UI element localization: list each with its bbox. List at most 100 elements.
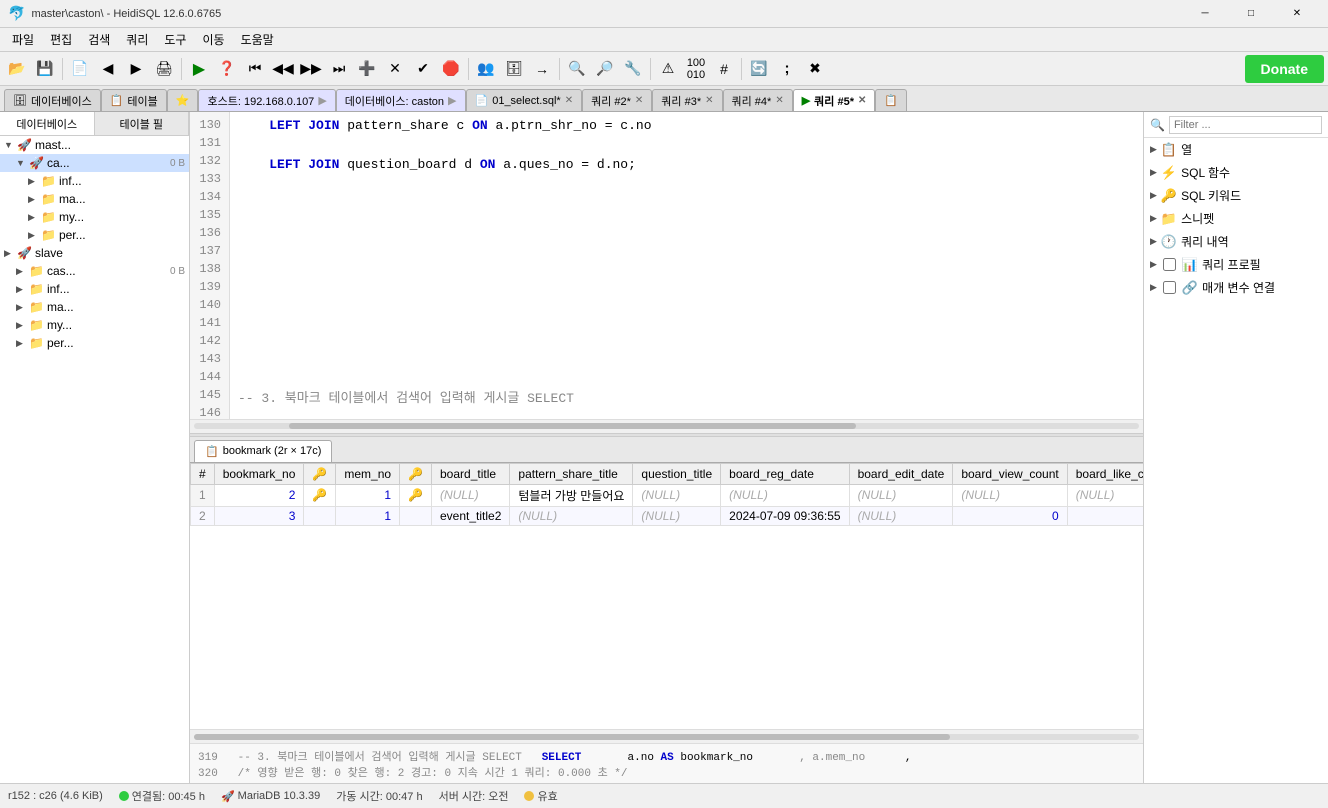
results-tab-bookmark[interactable]: 📋 bookmark (2r × 17c) (194, 440, 332, 462)
toolbar-save-btn[interactable]: 💾 (32, 56, 58, 82)
toolbar-new-btn[interactable]: 📄 (67, 56, 93, 82)
tab-star[interactable]: ⭐ (167, 89, 199, 111)
col-header-board-view-count[interactable]: board_view_count (953, 463, 1067, 484)
tab-new[interactable]: 📋 (875, 89, 907, 111)
col-header-board-edit-date[interactable]: board_edit_date (849, 463, 953, 484)
cell-row2-board-like-count[interactable] (1067, 506, 1143, 525)
cell-row1-board-view-count[interactable]: (NULL) (953, 484, 1067, 506)
h-scrollbar[interactable] (190, 419, 1143, 433)
grid-h-scrollbar[interactable] (190, 729, 1143, 743)
cell-row1-bookmark-no[interactable]: 2 (214, 484, 304, 506)
filter-input[interactable] (1169, 116, 1322, 134)
menu-tools[interactable]: 도구 (156, 29, 194, 51)
cell-row1-board-edit-date[interactable]: (NULL) (849, 484, 953, 506)
right-item-history[interactable]: ▶ 🕐 쿼리 내역 (1144, 230, 1328, 253)
tab-query4-close[interactable]: ✕ (775, 95, 783, 106)
toolbar-cancel-btn[interactable]: ✕ (382, 56, 408, 82)
tab-db-caston[interactable]: 데이터베이스: caston ▶ (336, 89, 466, 111)
cell-row1-board-like-count[interactable]: (NULL) (1067, 484, 1143, 506)
tree-item-slave-cas[interactable]: ▶ 📁 cas... 0 B (0, 262, 189, 280)
cell-row2-bookmark-no[interactable]: 3 (214, 506, 304, 525)
right-checkbox-params[interactable] (1163, 281, 1176, 294)
tab-query2[interactable]: 쿼리 #2* ✕ (582, 89, 652, 111)
cell-row2-pattern-share[interactable]: (NULL) (510, 506, 633, 525)
tree-item-per[interactable]: ▶ 📁 per... (0, 226, 189, 244)
tree-item-slave-inf[interactable]: ▶ 📁 inf... (0, 280, 189, 298)
col-header-board-reg-date[interactable]: board_reg_date (721, 463, 849, 484)
table-row[interactable]: 2 3 1 event_title2 (NULL) (NULL) 2024-07… (191, 506, 1144, 525)
tree-item-slave-my[interactable]: ▶ 📁 my... (0, 316, 189, 334)
tab-query4[interactable]: 쿼리 #4* ✕ (723, 89, 793, 111)
toolbar-next-btn[interactable]: ▶▶ (298, 56, 324, 82)
tab-database[interactable]: 🗄 데이터베이스 (4, 89, 101, 111)
toolbar-check-btn[interactable]: ✔ (410, 56, 436, 82)
menu-search[interactable]: 검색 (80, 29, 118, 51)
cell-row2-board-view-count[interactable]: 0 (953, 506, 1067, 525)
cell-row2-mem-no[interactable]: 1 (336, 506, 400, 525)
menu-query[interactable]: 쿼리 (118, 29, 156, 51)
tree-item-ca[interactable]: ▼ 🚀 ca... 0 B (0, 154, 189, 172)
maximize-button[interactable]: □ (1228, 0, 1274, 28)
tab-query3-close[interactable]: ✕ (705, 95, 713, 106)
cell-row2-question[interactable]: (NULL) (633, 506, 721, 525)
cell-row1-pattern-share[interactable]: 텀블러 가방 만들어요 (510, 484, 633, 506)
menu-help[interactable]: 도움말 (233, 29, 282, 51)
toolbar-users-btn[interactable]: 👥 (473, 56, 499, 82)
menu-file[interactable]: 파일 (4, 29, 42, 51)
menu-edit[interactable]: 편집 (42, 29, 80, 51)
toolbar-help-btn[interactable]: ❓ (214, 56, 240, 82)
toolbar-print-btn[interactable]: 🖨 (151, 56, 177, 82)
toolbar-sync-btn[interactable]: 🔄 (746, 56, 772, 82)
toolbar-open-btn[interactable]: 📂 (4, 56, 30, 82)
toolbar-add-btn[interactable]: ➕ (354, 56, 380, 82)
toolbar-last-btn[interactable]: ⏭ (326, 56, 352, 82)
toolbar-stop-btn[interactable]: 🛑 (438, 56, 464, 82)
col-header-question[interactable]: question_title (633, 463, 721, 484)
toolbar-num-btn[interactable]: # (711, 56, 737, 82)
cell-row1-board-title[interactable]: (NULL) (432, 484, 510, 506)
sidebar-tab-database[interactable]: 데이터베이스 (0, 112, 95, 135)
menu-goto[interactable]: 이동 (194, 29, 232, 51)
cell-row2-board-title[interactable]: event_title2 (432, 506, 510, 525)
tab-query5-close[interactable]: ✕ (858, 95, 866, 106)
toolbar-play-btn[interactable]: ▶ (186, 56, 212, 82)
tab-host[interactable]: 호스트: 192.168.0.107 ▶ (198, 89, 335, 111)
right-item-params[interactable]: ▶ 🔗 매개 변수 연결 (1144, 276, 1328, 299)
toolbar-filter-btn[interactable]: 🔧 (620, 56, 646, 82)
donate-button[interactable]: Donate (1245, 55, 1324, 83)
right-item-snippet[interactable]: ▶ 📁 스니펫 (1144, 207, 1328, 230)
tree-item-slave[interactable]: ▶ 🚀 slave (0, 244, 189, 262)
col-header-bookmark-no[interactable]: bookmark_no (214, 463, 304, 484)
col-header-board-like-count[interactable]: board_like_c... (1067, 463, 1143, 484)
toolbar-close2-btn[interactable]: ✖ (802, 56, 828, 82)
close-button[interactable]: ✕ (1274, 0, 1320, 28)
col-header-board-title[interactable]: board_title (432, 463, 510, 484)
sidebar-tab-table[interactable]: 테이블 필 (95, 112, 190, 135)
col-header-pattern-share[interactable]: pattern_share_title (510, 463, 633, 484)
toolbar-back-btn[interactable]: ◀ (95, 56, 121, 82)
cell-row2-board-edit-date[interactable]: (NULL) (849, 506, 953, 525)
right-checkbox-profile[interactable] (1163, 258, 1176, 271)
tree-item-inf[interactable]: ▶ 📁 inf... (0, 172, 189, 190)
toolbar-forward-btn[interactable]: ▶ (123, 56, 149, 82)
toolbar-search2-btn[interactable]: 🔎 (592, 56, 618, 82)
tab-query5[interactable]: ▶ 쿼리 #5* ✕ (793, 89, 876, 111)
right-item-sqlfn[interactable]: ▶ ⚡ SQL 함수 (1144, 161, 1328, 184)
tab-query2-close[interactable]: ✕ (635, 95, 643, 106)
right-item-col[interactable]: ▶ 📋 열 (1144, 138, 1328, 161)
toolbar-semi-btn[interactable]: ; (774, 56, 800, 82)
toolbar-prev-btn[interactable]: ◀◀ (270, 56, 296, 82)
cell-row2-board-reg-date[interactable]: 2024-07-09 09:36:55 (721, 506, 849, 525)
tab-select-close[interactable]: ✕ (565, 95, 573, 106)
tab-select-sql[interactable]: 📄 01_select.sql* ✕ (466, 89, 583, 111)
right-item-sqlkw[interactable]: ▶ 🔑 SQL 키워드 (1144, 184, 1328, 207)
code-content[interactable]: LEFT JOIN pattern_share c ON a.ptrn_shr_… (230, 112, 1143, 419)
tree-item-mast[interactable]: ▼ 🚀 mast... (0, 136, 189, 154)
tree-item-my[interactable]: ▶ 📁 my... (0, 208, 189, 226)
toolbar-db-btn[interactable]: 🗄 (501, 56, 527, 82)
code-editor[interactable]: 130 131 132 133 134 135 136 137 138 139 … (190, 112, 1143, 419)
toolbar-arrow-btn[interactable]: → (529, 56, 555, 82)
cell-row1-question[interactable]: (NULL) (633, 484, 721, 506)
tab-query3[interactable]: 쿼리 #3* ✕ (652, 89, 722, 111)
toolbar-first-btn[interactable]: ⏮ (242, 56, 268, 82)
